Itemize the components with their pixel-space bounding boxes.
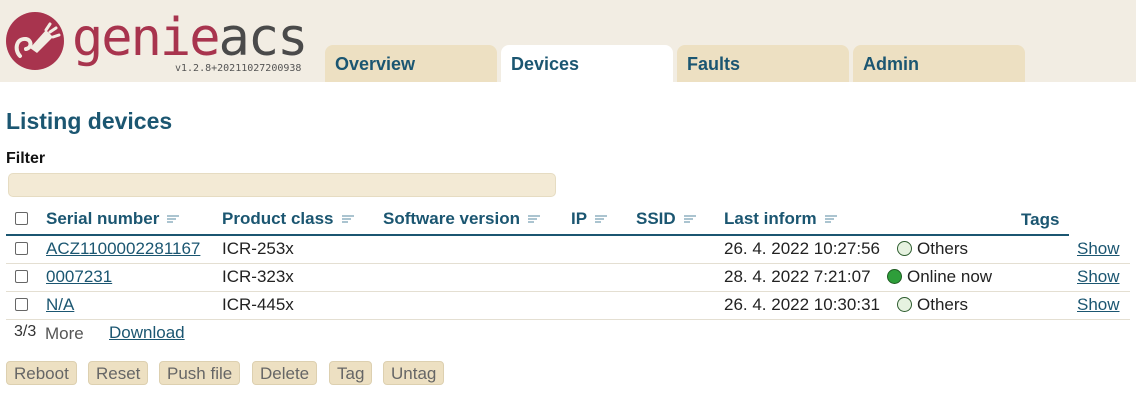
tab-admin[interactable]: Admin: [853, 45, 1025, 82]
untag-button[interactable]: Untag: [383, 361, 445, 385]
logo-genie-text: genie: [72, 8, 221, 68]
show-device-link[interactable]: Show: [1077, 239, 1120, 259]
column-label: Tags: [1021, 210, 1060, 229]
column-label: Serial number: [46, 209, 160, 228]
page-title: Listing devices: [6, 108, 173, 134]
product-class-cell: ICR-445x: [222, 295, 294, 314]
sort-icon[interactable]: [167, 214, 180, 224]
column-header-software-version[interactable]: Software version: [383, 209, 540, 229]
logo-wordmark: genieacs: [72, 8, 309, 68]
device-serial-link[interactable]: ACZ1100002281167: [46, 239, 200, 259]
status-label: Others: [917, 295, 969, 314]
more-button[interactable]: More: [45, 324, 84, 344]
last-inform-cell: 26. 4. 2022 10:27:56: [724, 239, 880, 258]
column-header-ssid[interactable]: SSID: [636, 209, 696, 229]
status-label: Online now: [907, 267, 993, 286]
sort-icon[interactable]: [528, 214, 540, 224]
status-label: Others: [917, 239, 969, 258]
column-header-ip[interactable]: IP: [571, 209, 608, 229]
column-header-last-inform[interactable]: Last inform: [724, 209, 837, 229]
product-class-cell: ICR-253x: [222, 239, 294, 258]
last-inform-cell: 26. 4. 2022 10:30:31: [724, 295, 880, 314]
device-serial-link[interactable]: 0007231: [46, 267, 112, 287]
app-header: genieacs v1.2.8+20211027200938 Overview …: [0, 0, 1136, 83]
product-class-cell: ICR-323x: [222, 267, 294, 286]
status-dot-icon: [897, 297, 912, 312]
column-header-product-class[interactable]: Product class: [222, 209, 354, 229]
row-checkbox[interactable]: [15, 298, 28, 311]
row-divider: [6, 291, 1130, 292]
download-link[interactable]: Download: [109, 323, 185, 343]
tab-devices[interactable]: Devices: [501, 45, 673, 83]
reboot-button[interactable]: Reboot: [6, 361, 77, 385]
column-label: Software version: [383, 209, 520, 228]
table-header-divider: [6, 234, 1069, 236]
sort-icon[interactable]: [341, 214, 354, 224]
show-device-link[interactable]: Show: [1077, 267, 1120, 287]
row-divider: [6, 263, 1130, 264]
show-device-link[interactable]: Show: [1077, 295, 1120, 315]
genieacs-logo-icon: [6, 12, 64, 70]
sort-icon[interactable]: [595, 214, 608, 224]
row-checkbox[interactable]: [15, 242, 28, 255]
delete-button[interactable]: Delete: [252, 361, 318, 385]
push-file-button[interactable]: Push file: [159, 361, 241, 385]
status-dot-icon: [897, 241, 912, 256]
tab-faults[interactable]: Faults: [677, 45, 849, 82]
version-label: v1.2.8+20211027200938: [175, 63, 302, 74]
row-divider: [6, 319, 1130, 320]
select-all-checkbox[interactable]: [15, 212, 28, 225]
result-count: 3/3: [14, 323, 37, 340]
tab-overview[interactable]: Overview: [325, 45, 497, 82]
filter-label: Filter: [6, 150, 46, 167]
column-label: Last inform: [724, 209, 817, 228]
status-dot-icon: [887, 269, 902, 284]
last-inform-cell: 28. 4. 2022 7:21:07: [724, 267, 871, 286]
logo-acs-text: acs: [218, 8, 309, 68]
column-header-tags: Tags: [1021, 210, 1059, 230]
sort-icon[interactable]: [683, 214, 696, 224]
filter-input[interactable]: [8, 173, 556, 197]
device-serial-link[interactable]: N/A: [46, 295, 74, 315]
column-label: Product class: [222, 209, 334, 228]
column-header-serial-number[interactable]: Serial number: [46, 209, 180, 229]
reset-button[interactable]: Reset: [88, 361, 149, 385]
row-checkbox[interactable]: [15, 270, 28, 283]
tag-button[interactable]: Tag: [329, 361, 373, 385]
sort-icon[interactable]: [824, 214, 837, 224]
column-label: SSID: [636, 209, 676, 228]
column-label: IP: [571, 209, 588, 228]
